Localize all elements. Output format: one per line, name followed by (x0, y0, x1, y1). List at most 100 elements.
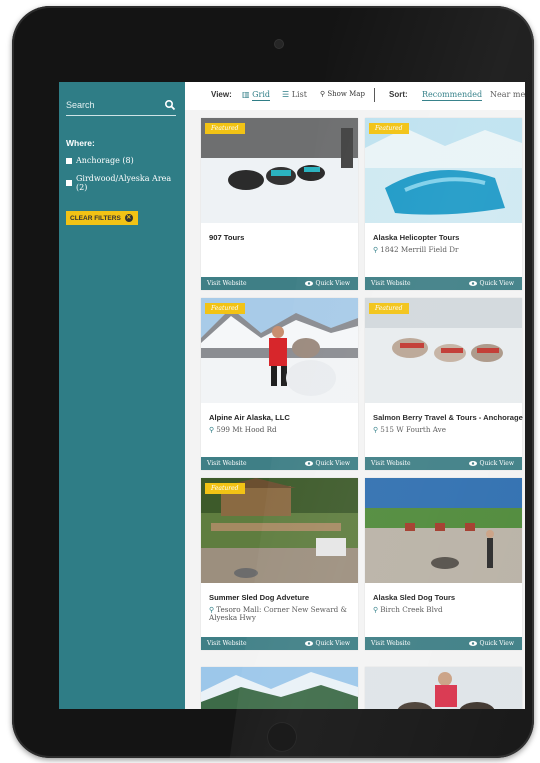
toolbar-divider (374, 88, 375, 102)
listing-address: ⚲ Tesoro Mall: Corner New Seward & Alyesk… (209, 606, 354, 622)
camera-icon (275, 40, 283, 48)
filter-label: Girdwood/Alyeska Area (2) (76, 174, 172, 192)
card-footer: Visit Website Quick View (365, 457, 522, 470)
listing-address: ⚲ 515 W Fourth Ave (373, 426, 518, 434)
listing-photo[interactable]: Featured (201, 478, 358, 583)
search-icon[interactable] (164, 99, 176, 111)
listing-photo[interactable]: Featured (201, 118, 358, 223)
checkbox-icon[interactable] (66, 180, 72, 186)
filter-sidebar: Search Where: Anchorage (8) Girdwood/Aly… (59, 82, 185, 709)
tablet-device: Search Where: Anchorage (8) Girdwood/Aly… (12, 6, 534, 758)
list-view-button[interactable]: ☰ List (282, 90, 307, 99)
visit-website-link[interactable]: Visit Website (207, 280, 247, 287)
where-heading: Where: (66, 138, 95, 148)
listing-photo[interactable]: Featured (201, 298, 358, 403)
card-footer: Visit Website Quick View (201, 277, 358, 290)
quick-view-label: Quick View (315, 460, 350, 467)
search-input[interactable]: Search (66, 98, 176, 116)
card-footer: Visit Website Quick View (201, 457, 358, 470)
visit-website-link[interactable]: Visit Website (371, 640, 411, 647)
screen: Search Where: Anchorage (8) Girdwood/Aly… (59, 82, 525, 709)
filter-label: Anchorage (8) (76, 156, 134, 165)
listing-photo[interactable] (365, 478, 522, 583)
eye-icon (304, 641, 313, 646)
quick-view-label: Quick View (479, 280, 514, 287)
checkbox-icon[interactable] (66, 157, 72, 164)
listing-card[interactable]: Featured 907 Tours Visit Website Quick V… (201, 118, 358, 290)
map-pin-icon: ⚲ (209, 425, 215, 434)
listing-card[interactable]: Featured Salmon Berry Travel & Tours - A… (365, 298, 523, 470)
grid-label: Grid (252, 90, 271, 101)
search-placeholder: Search (66, 100, 95, 110)
featured-badge: Featured (205, 483, 245, 494)
listing-photo[interactable] (365, 667, 522, 709)
map-pin-icon: ⚲ (320, 90, 326, 98)
sort-label: Sort: (389, 90, 408, 99)
eye-icon (304, 281, 313, 286)
sort-near-me[interactable]: Near me (490, 90, 525, 99)
quick-view-button[interactable]: Quick View (468, 640, 514, 647)
eye-icon (304, 461, 313, 466)
card-footer: Visit Website Quick View (365, 637, 522, 650)
quick-view-button[interactable]: Quick View (304, 460, 350, 467)
show-map-button[interactable]: ⚲ Show Map (320, 90, 365, 98)
quick-view-label: Quick View (315, 640, 350, 647)
home-button[interactable] (267, 722, 297, 752)
visit-website-link[interactable]: Visit Website (371, 280, 411, 287)
quick-view-button[interactable]: Quick View (468, 280, 514, 287)
eye-icon (468, 461, 477, 466)
filter-checkbox-anchorage[interactable]: Anchorage (8) (66, 156, 134, 165)
eye-icon (468, 641, 477, 646)
map-pin-icon: ⚲ (373, 425, 379, 434)
listing-card[interactable]: Alaska Sled Dog Tours ⚲ Birch Creek Blvd … (365, 478, 522, 650)
sort-recommended[interactable]: Recommended (422, 90, 483, 101)
grid-icon: ▥ (242, 90, 250, 99)
listing-card[interactable] (201, 667, 358, 709)
featured-badge: Featured (369, 303, 409, 314)
listing-card[interactable]: Featured Alaska Helicopter Tours ⚲ 1842 M… (365, 118, 522, 290)
featured-badge: Featured (205, 123, 245, 134)
results-area: View: ▥ Grid ☰ List ⚲ Show Map Sort: Rec… (185, 82, 525, 709)
address-text: Birch Creek Blvd (380, 605, 443, 614)
featured-badge: Featured (369, 123, 409, 134)
close-icon: ✕ (124, 214, 133, 222)
featured-badge: Featured (205, 303, 245, 314)
address-text: 1842 Merrill Field Dr (380, 245, 459, 254)
listing-photo[interactable]: Featured (365, 298, 522, 403)
listing-card[interactable]: Featured Summer Sled Dog Adveture ⚲ Tesor… (201, 478, 358, 650)
card-footer: Visit Website Quick View (201, 637, 358, 650)
listing-title[interactable]: Alaska Helicopter Tours (373, 233, 521, 242)
view-label: View: (211, 90, 232, 99)
map-pin-icon: ⚲ (373, 605, 379, 614)
quick-view-label: Quick View (479, 640, 514, 647)
listing-title[interactable]: Alpine Air Alaska, LLC (209, 413, 357, 422)
listing-address: ⚲ Birch Creek Blvd (373, 606, 518, 614)
filter-checkbox-girdwood[interactable]: Girdwood/Alyeska Area (2) (66, 174, 185, 192)
grid-view-button[interactable]: ▥ Grid (242, 90, 271, 101)
listing-address: ⚲ 599 Mt Hood Rd (209, 426, 354, 434)
quick-view-button[interactable]: Quick View (304, 280, 350, 287)
view-sort-toolbar: View: ▥ Grid ☰ List ⚲ Show Map Sort: Rec… (185, 82, 525, 110)
listing-card[interactable] (365, 667, 522, 709)
listing-photo[interactable]: Featured (365, 118, 522, 223)
quick-view-label: Quick View (315, 280, 350, 287)
address-text: 515 W Fourth Ave (380, 425, 446, 434)
clear-filters-button[interactable]: CLEAR FILTERS ✕ (66, 211, 138, 225)
listing-photo[interactable] (201, 667, 358, 709)
listing-card[interactable]: Featured Alpine Air Alaska, LLC ⚲ 599 Mt … (201, 298, 358, 470)
listing-title[interactable]: 907 Tours (209, 233, 357, 242)
clear-filters-label: CLEAR FILTERS (70, 214, 121, 222)
card-footer: Visit Website Quick View (365, 277, 522, 290)
visit-website-link[interactable]: Visit Website (207, 460, 247, 467)
list-icon: ☰ (282, 90, 290, 99)
map-pin-icon: ⚲ (373, 245, 379, 254)
quick-view-button[interactable]: Quick View (304, 640, 350, 647)
visit-website-link[interactable]: Visit Website (207, 640, 247, 647)
listing-title[interactable]: Salmon Berry Travel & Tours - Anchorage (373, 413, 523, 422)
eye-icon (468, 281, 477, 286)
listing-title[interactable]: Alaska Sled Dog Tours (373, 593, 521, 602)
visit-website-link[interactable]: Visit Website (371, 460, 411, 467)
address-text: Tesoro Mall: Corner New Seward & Alyeska… (209, 605, 347, 622)
quick-view-button[interactable]: Quick View (468, 460, 514, 467)
listing-title[interactable]: Summer Sled Dog Adveture (209, 593, 357, 602)
